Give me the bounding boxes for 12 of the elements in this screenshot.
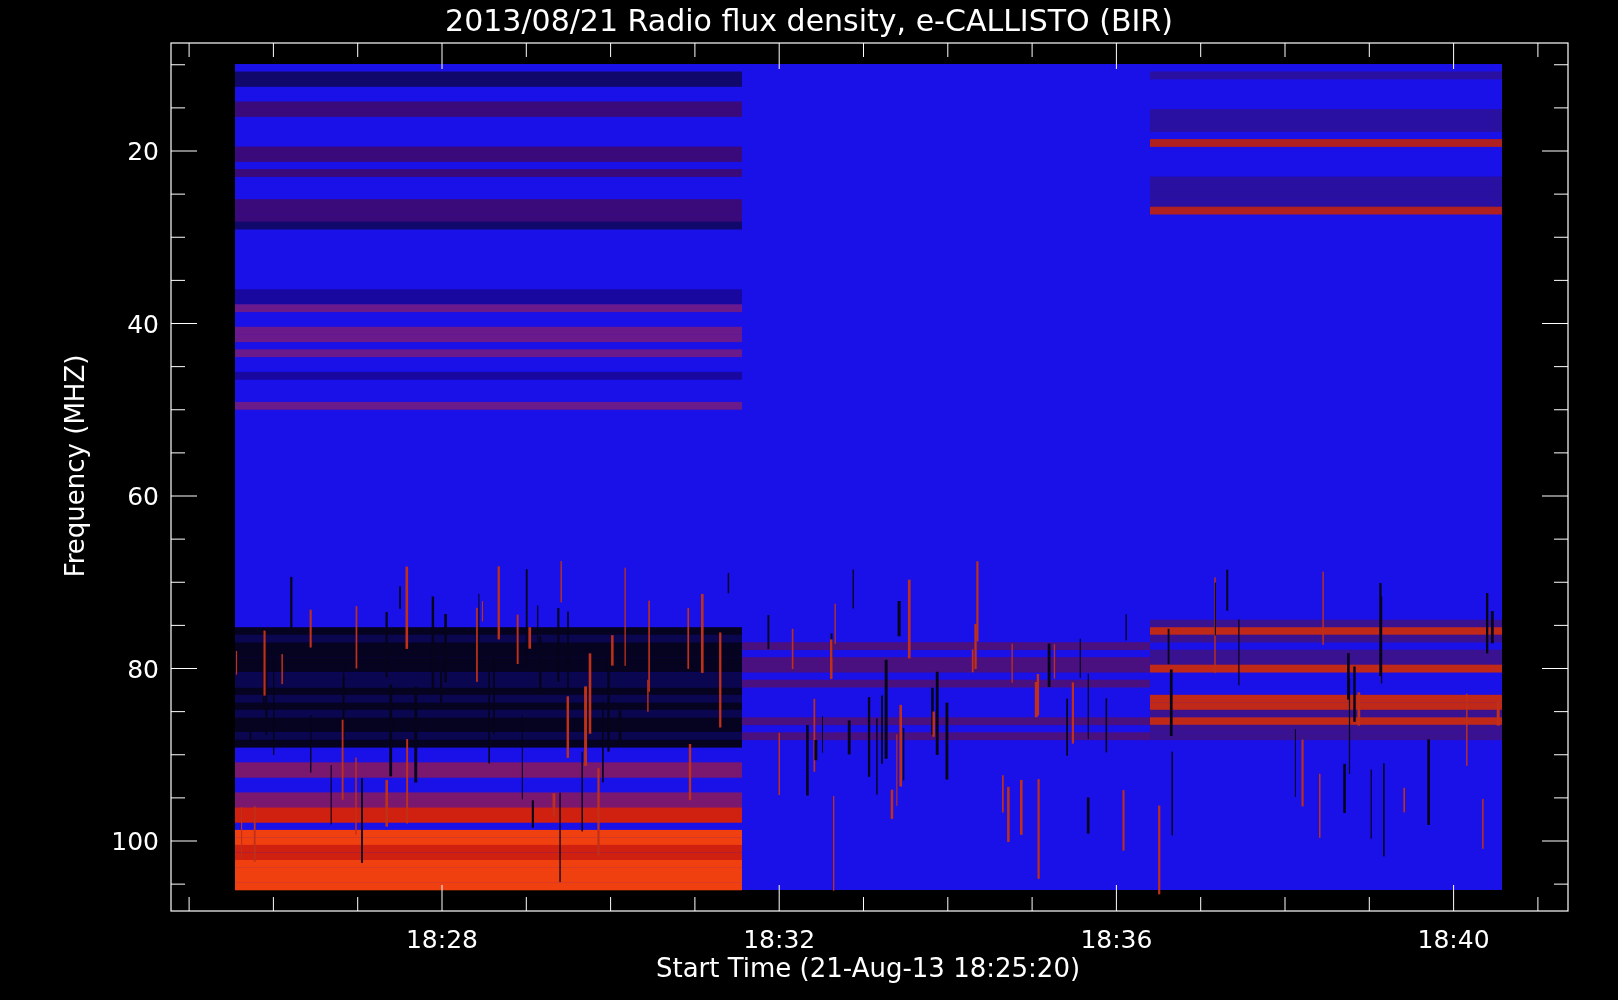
- tick-label: 100: [111, 827, 159, 856]
- tick-label: 80: [127, 654, 159, 684]
- tick-label: 18:40: [1417, 925, 1490, 954]
- axis-label: Frequency (MHZ): [60, 354, 90, 578]
- tick-label: 40: [127, 309, 159, 339]
- tick-label: 20: [127, 137, 159, 166]
- tick-label: 60: [127, 482, 159, 511]
- tick-label: 18:28: [406, 925, 478, 954]
- tick-label: 18:36: [1080, 925, 1153, 954]
- tick-label: 18:32: [743, 925, 816, 954]
- axis-label: Start Time (21-Aug-13 18:25:20): [655, 953, 1081, 983]
- chart-title: 2013/08/21 Radio flux density, e-CALLISTO (BIR): [445, 3, 1173, 38]
